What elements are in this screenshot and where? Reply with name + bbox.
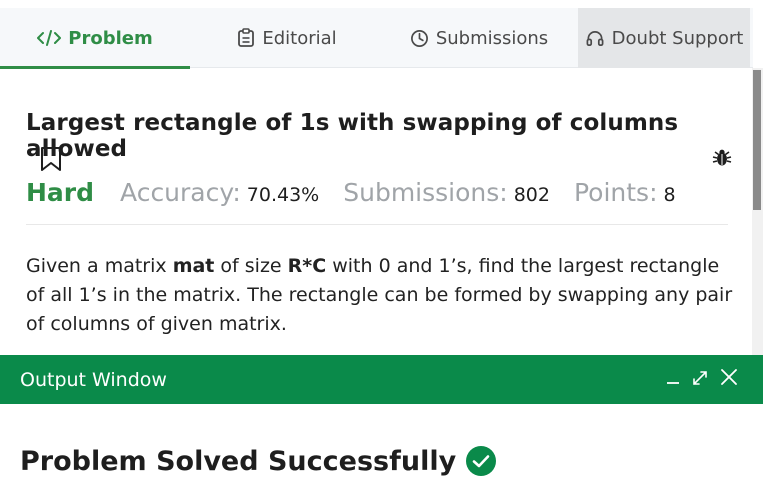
clock-icon	[410, 29, 429, 48]
output-window-controls	[665, 367, 739, 387]
tab-editorial[interactable]: Editorial	[196, 8, 378, 68]
accuracy-value: 70.43%	[246, 184, 320, 206]
description-bold-mat: mat	[172, 255, 215, 277]
scrollbar-thumb[interactable]	[753, 70, 761, 210]
bookmark-icon[interactable]	[40, 146, 62, 176]
output-window: Output Window Problem Solved Successfull…	[0, 355, 763, 504]
tab-submissions[interactable]: Submissions	[384, 8, 574, 68]
editorial-icon	[237, 28, 255, 48]
tab-doubt-support[interactable]: Doubt Support	[578, 8, 750, 68]
points-label: Points:	[573, 178, 658, 207]
description-text: of size	[214, 255, 288, 277]
result-message: Problem Solved Successfully	[20, 445, 497, 477]
problem-description: Given a matrix mat of size R*C with 0 an…	[26, 252, 738, 339]
accuracy-label: Accuracy:	[120, 178, 241, 207]
code-icon	[37, 29, 62, 47]
output-window-header[interactable]: Output Window	[0, 355, 763, 404]
divider	[26, 224, 728, 225]
expand-icon[interactable]	[691, 367, 709, 387]
tab-editorial-label: Editorial	[262, 27, 337, 49]
result-text: Problem Solved Successfully	[20, 445, 457, 477]
problem-title: Largest rectangle of 1s with swapping of…	[26, 110, 679, 162]
close-icon[interactable]	[719, 367, 739, 387]
check-circle-icon	[465, 445, 497, 477]
output-window-title: Output Window	[20, 368, 167, 391]
tab-problem-label: Problem	[68, 27, 153, 49]
problem-meta: Hard Accuracy: 70.43% Submissions: 802 P…	[26, 178, 700, 214]
submissions-label: Submissions:	[343, 178, 508, 207]
points-value: 8	[663, 184, 676, 206]
description-text: Given a matrix	[26, 255, 173, 277]
headset-icon	[585, 29, 605, 48]
tab-submissions-label: Submissions	[435, 27, 549, 49]
tab-doubt-support-label: Doubt Support	[611, 27, 744, 49]
bug-icon[interactable]	[712, 149, 732, 171]
tab-problem[interactable]: Problem	[0, 8, 190, 69]
description-bold-size: R*C	[287, 255, 327, 277]
submissions-value: 802	[513, 184, 550, 206]
tab-bar: Problem Editorial Submissions Doubt Supp…	[0, 8, 753, 69]
minimize-icon[interactable]	[665, 367, 681, 387]
difficulty-badge: Hard	[26, 178, 95, 207]
